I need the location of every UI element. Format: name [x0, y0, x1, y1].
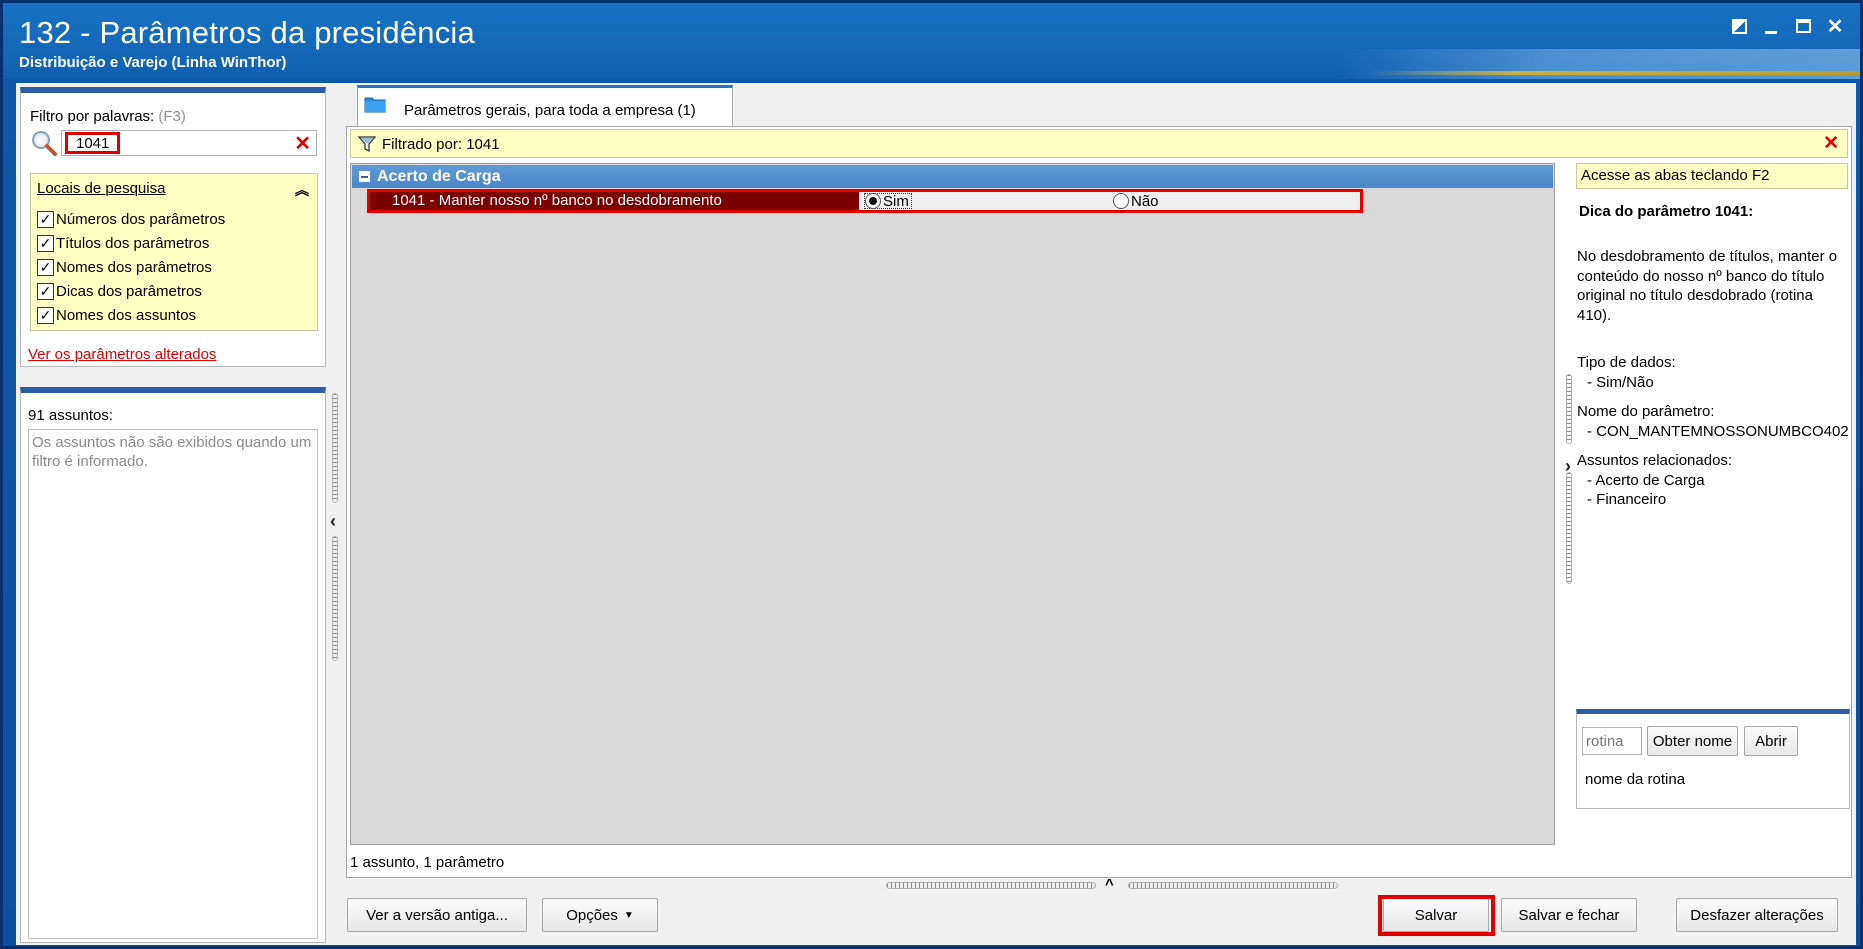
- group-header: Acerto de Carga: [352, 165, 1553, 188]
- radio-selected-icon[interactable]: [865, 193, 881, 209]
- app-window: 132 - Parâmetros da presidência Distribu…: [0, 0, 1863, 949]
- search-locations-panel: Locais de pesquisa ︽ ✓ Números dos parâme…: [30, 173, 318, 331]
- related-item: - Financeiro: [1587, 491, 1667, 508]
- magnifier-icon: [32, 131, 57, 156]
- filter-input[interactable]: 1041 ✕: [61, 130, 317, 156]
- funnel-icon: [357, 136, 377, 153]
- left-panel: Filtro por palavras: (F3) 1041 ✕ Locais …: [20, 87, 326, 943]
- search-location-label: Números dos parâmetros: [56, 210, 226, 228]
- data-type-label: Tipo de dados:: [1577, 354, 1676, 371]
- filter-bar-text: Filtrado por: 1041: [382, 136, 500, 153]
- related-label: Assuntos relacionados:: [1577, 452, 1733, 469]
- window-subtitle: Distribuição e Varejo (Linha WinThor): [19, 54, 287, 71]
- filter-label-text: Filtro por palavras:: [30, 108, 155, 125]
- chevron-left-icon[interactable]: ‹: [330, 511, 336, 532]
- close-icon[interactable]: ✕: [1823, 132, 1839, 155]
- search-location-option[interactable]: ✓ Dicas dos parâmetros: [37, 279, 225, 303]
- save-close-button[interactable]: Salvar e fechar: [1501, 898, 1637, 932]
- subjects-note: Os assuntos não são exibidos quando um f…: [28, 429, 318, 939]
- group-title: Acerto de Carga: [377, 168, 501, 185]
- radio-nao[interactable]: Não: [1113, 192, 1159, 210]
- params-grid: Acerto de Carga 1041 - Manter nosso nº b…: [350, 163, 1555, 845]
- param-name-section: Nome do parâmetro: - CON_MANTEMNOSSONUMB…: [1577, 402, 1849, 441]
- old-version-button[interactable]: Ver a versão antiga...: [347, 898, 527, 932]
- hint-title: Dica do parâmetro 1041:: [1579, 203, 1754, 220]
- rotina-name-label: nome da rotina: [1585, 771, 1686, 788]
- checkbox-icon[interactable]: ✓: [37, 306, 54, 324]
- chevron-up-icon[interactable]: ^: [1105, 876, 1114, 893]
- search-location-label: Títulos dos parâmetros: [56, 234, 210, 252]
- search-location-label: Nomes dos parâmetros: [56, 258, 212, 276]
- options-button[interactable]: Opções ▼: [542, 898, 658, 932]
- param-name-label: Nome do parâmetro:: [1577, 403, 1715, 420]
- param-name-value: - CON_MANTEMNOSSONUMBCO402: [1587, 422, 1849, 440]
- radio-unselected-icon[interactable]: [1113, 193, 1129, 209]
- close-icon[interactable]: ✕: [294, 131, 311, 156]
- related-section: Assuntos relacionados: - Acerto de Carga…: [1577, 451, 1732, 510]
- hint-bar: Acesse as abas teclando F2: [1576, 163, 1848, 189]
- param-name[interactable]: 1041 - Manter nosso nº banco no desdobra…: [370, 192, 859, 210]
- filter-label: Filtro por palavras: (F3): [30, 108, 186, 125]
- close-window-button[interactable]: ✕: [1824, 15, 1846, 38]
- collapse-toggle-icon[interactable]: [359, 171, 370, 182]
- minimize-button[interactable]: [1760, 15, 1782, 37]
- main-panel: Filtrado por: 1041 ✕ Acerto de Carga 104…: [346, 126, 1852, 878]
- restore-icon[interactable]: [1728, 15, 1750, 37]
- old-version-label: Ver a versão antiga...: [366, 906, 508, 924]
- filter-input-value[interactable]: 1041: [65, 132, 121, 154]
- maximize-button[interactable]: [1792, 15, 1814, 37]
- search-location-option[interactable]: ✓ Números dos parâmetros: [37, 207, 225, 231]
- search-location-option[interactable]: ✓ Nomes dos parâmetros: [37, 255, 225, 279]
- search-location-label: Nomes dos assuntos: [56, 306, 197, 324]
- subjects-panel: 91 assuntos: Os assuntos não são exibido…: [20, 387, 326, 943]
- tab-general-params[interactable]: Parâmetros gerais, para toda a empresa (…: [357, 85, 733, 127]
- get-name-button[interactable]: Obter nome: [1647, 726, 1738, 756]
- checkbox-icon[interactable]: ✓: [37, 258, 54, 276]
- search-location-option[interactable]: ✓ Títulos dos parâmetros: [37, 231, 225, 255]
- window-title: 132 - Parâmetros da presidência: [19, 15, 475, 50]
- filter-panel: Filtro por palavras: (F3) 1041 ✕ Locais …: [20, 87, 326, 367]
- search-locations-title: Locais de pesquisa: [37, 180, 166, 197]
- open-button[interactable]: Abrir: [1744, 726, 1798, 756]
- checkbox-icon[interactable]: ✓: [37, 234, 54, 252]
- caret-down-icon: ▼: [623, 909, 634, 921]
- data-type-value: - Sim/Não: [1587, 373, 1654, 391]
- client-area: Filtro por palavras: (F3) 1041 ✕ Locais …: [16, 83, 1856, 945]
- related-item: - Acerto de Carga: [1587, 471, 1705, 489]
- checkbox-icon[interactable]: ✓: [37, 282, 54, 300]
- tab-label: Parâmetros gerais, para toda a empresa (…: [404, 102, 696, 119]
- filter-bar: Filtrado por: 1041 ✕: [350, 129, 1848, 158]
- bottom-splitter[interactable]: ^: [886, 876, 1338, 893]
- right-splitter[interactable]: ›: [1563, 374, 1575, 584]
- radio-sim-label: Sim: [883, 192, 909, 210]
- rotina-panel: Obter nome Abrir nome da rotina: [1576, 709, 1850, 809]
- checkbox-icon[interactable]: ✓: [37, 210, 54, 228]
- left-splitter[interactable]: ‹: [329, 393, 341, 663]
- undo-changes-button[interactable]: Desfazer alterações: [1676, 898, 1838, 932]
- chevron-double-up-icon[interactable]: ︽: [295, 180, 309, 200]
- title-bar: 132 - Parâmetros da presidência Distribu…: [3, 3, 1860, 79]
- folder-icon: [364, 97, 386, 113]
- search-location-option[interactable]: ✓ Nomes dos assuntos: [37, 303, 225, 327]
- data-type-section: Tipo de dados: - Sim/Não: [1577, 353, 1676, 392]
- radio-sim[interactable]: Sim: [864, 192, 912, 210]
- hint-body: No desdobramento de títulos, manter o co…: [1577, 248, 1838, 324]
- status-count: 1 assunto, 1 parâmetro: [350, 854, 505, 871]
- search-location-label: Dicas dos parâmetros: [56, 282, 202, 300]
- search-locations-list: ✓ Números dos parâmetros ✓ Títulos dos parâ…: [37, 207, 225, 327]
- subjects-count: 91 assuntos:: [28, 407, 114, 424]
- radio-nao-label: Não: [1131, 192, 1159, 210]
- rotina-input[interactable]: [1582, 727, 1642, 755]
- tab-strip: Parâmetros gerais, para toda a empresa (…: [346, 83, 1854, 128]
- filter-shortcut: (F3): [158, 108, 186, 125]
- changed-params-link[interactable]: Ver os parâmetros alterados: [28, 346, 216, 363]
- options-label: Opções: [566, 906, 618, 924]
- param-row[interactable]: 1041 - Manter nosso nº banco no desdobra…: [367, 189, 1363, 213]
- save-highlight: [1378, 895, 1495, 936]
